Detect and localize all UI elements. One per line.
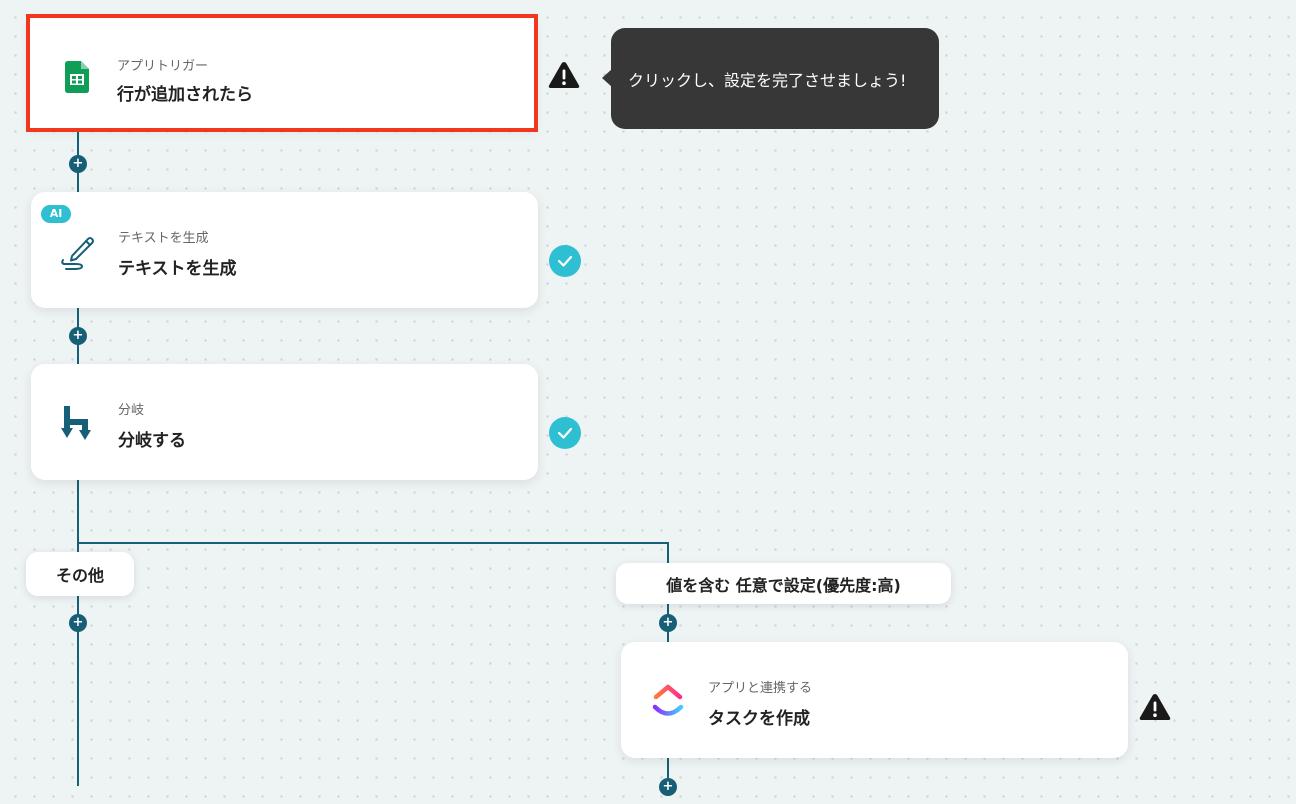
add-step-button[interactable]: + <box>659 778 677 796</box>
clickup-task-step-card[interactable]: アプリと連携する タスクを作成 <box>621 642 1128 758</box>
step-type-label: アプリと連携する <box>708 681 813 696</box>
complete-check-icon <box>549 417 581 449</box>
ai-text-step-card[interactable]: テキストを生成 テキストを生成 <box>31 192 538 308</box>
step-type-label: 分岐 <box>118 403 145 418</box>
branch-label-other[interactable]: その他 <box>26 552 134 596</box>
warning-icon <box>547 60 581 90</box>
branch-connector-line <box>77 542 669 544</box>
branch-step-card[interactable]: 分岐 分岐する <box>31 364 538 480</box>
pen-icon <box>60 232 98 274</box>
step-title: タスクを作成 <box>708 709 810 729</box>
branch-label-condition[interactable]: 値を含む 任意で設定(優先度:高) <box>616 563 951 604</box>
branch-icon <box>61 406 95 446</box>
add-step-button[interactable]: + <box>659 614 677 632</box>
step-title: 分岐する <box>118 431 186 451</box>
add-step-button[interactable]: + <box>69 327 87 345</box>
add-step-button[interactable]: + <box>69 155 87 173</box>
step-title: テキストを生成 <box>118 259 237 279</box>
complete-check-icon <box>549 245 581 277</box>
step-type-label: テキストを生成 <box>118 231 209 246</box>
add-step-button[interactable]: + <box>69 614 87 632</box>
ai-badge: AI <box>41 205 71 223</box>
connector-line <box>77 480 79 786</box>
step-type-label: アプリトリガー <box>117 59 209 74</box>
google-sheets-icon <box>65 61 89 97</box>
clickup-icon <box>651 682 685 724</box>
tooltip-text: クリックし、設定を完了させましょう! <box>628 70 907 90</box>
warning-icon <box>1138 692 1172 722</box>
trigger-step-card[interactable]: アプリトリガー 行が追加されたら <box>30 18 534 128</box>
setup-hint-tooltip: クリックし、設定を完了させましょう! <box>611 28 939 129</box>
step-title: 行が追加されたら <box>117 85 253 105</box>
